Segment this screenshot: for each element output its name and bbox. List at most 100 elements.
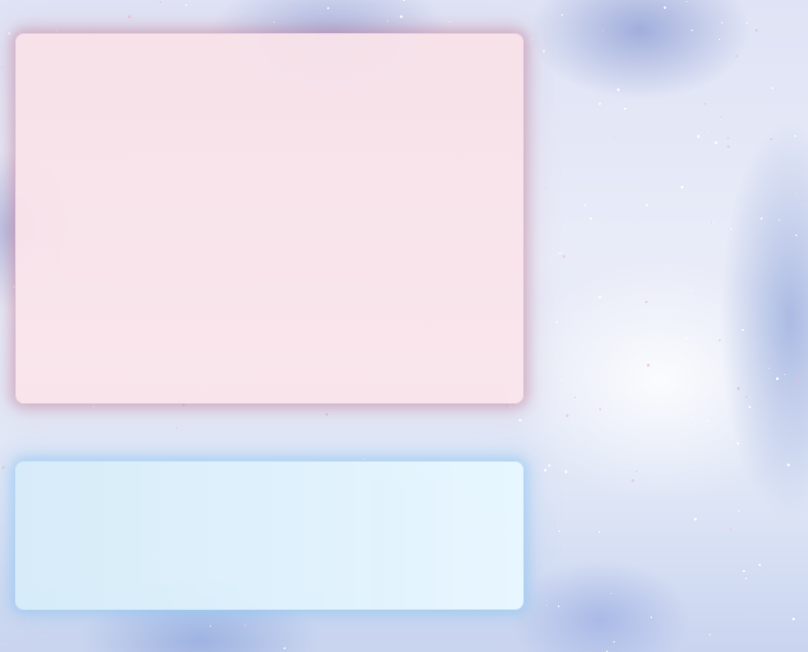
speckle [696, 134, 700, 138]
speckle [768, 367, 770, 369]
speckle [804, 199, 807, 202]
speckle [784, 373, 786, 376]
speckle [598, 295, 602, 299]
speckle [691, 416, 693, 418]
speckle [758, 563, 761, 566]
speckle [1, 66, 3, 69]
speckle [691, 29, 693, 32]
speckle [599, 408, 602, 411]
speckle [646, 363, 650, 367]
speckle [771, 351, 775, 354]
speckle [127, 15, 131, 19]
speckle [505, 404, 508, 407]
speckle [283, 647, 286, 650]
speckle [288, 3, 292, 6]
speckle [538, 620, 540, 622]
speckle [713, 221, 715, 224]
speckle [613, 640, 615, 643]
speckle [562, 255, 566, 258]
top-panel [15, 33, 524, 404]
speckle [775, 377, 779, 381]
speckle [685, 337, 688, 340]
speckle [557, 605, 560, 608]
speckle [559, 252, 561, 255]
speckle [325, 413, 329, 416]
speckle [765, 362, 767, 365]
speckle [545, 604, 547, 606]
speckle [560, 379, 563, 381]
speckle [686, 1, 688, 3]
speckle [635, 470, 638, 473]
speckle [543, 468, 547, 472]
speckle [209, 625, 212, 627]
speckle [745, 395, 748, 398]
speckle [386, 20, 389, 22]
speckle [448, 20, 451, 23]
speckle [532, 38, 534, 40]
speckle [745, 577, 747, 580]
speckle [727, 145, 730, 148]
speckle [574, 396, 577, 399]
speckle [735, 54, 738, 58]
speckle [308, 10, 311, 12]
speckle [564, 470, 568, 473]
speckle [631, 479, 635, 483]
speckle [602, 217, 604, 219]
speckle [736, 387, 740, 390]
speckle [616, 88, 620, 92]
speckle [718, 339, 721, 342]
speckle [748, 405, 752, 409]
speckle [794, 135, 797, 137]
speckle [690, 289, 692, 292]
speckle [498, 632, 500, 634]
speckle [589, 217, 592, 220]
speckle [610, 592, 612, 594]
speckle [650, 616, 653, 619]
speckle [729, 528, 732, 530]
speckle [561, 14, 563, 16]
speckle [473, 436, 476, 438]
speckle [730, 228, 732, 230]
speckle [601, 29, 604, 32]
speckle [92, 405, 95, 408]
speckle [598, 531, 601, 533]
speckle [553, 521, 556, 523]
speckle [796, 377, 800, 381]
speckle [711, 222, 713, 224]
speckle [778, 219, 780, 221]
speckle [709, 634, 711, 636]
speckle [555, 321, 558, 324]
speckle [795, 234, 798, 237]
speckle [42, 630, 45, 634]
speckle [680, 185, 684, 189]
speckle [645, 203, 649, 207]
speckle [614, 136, 616, 138]
speckle [737, 510, 740, 512]
speckle [24, 619, 26, 621]
speckle [706, 237, 708, 239]
speckle [390, 22, 392, 25]
speckle [750, 609, 753, 611]
speckle [721, 21, 723, 24]
speckle [741, 606, 743, 608]
speckle [741, 328, 744, 332]
speckle [792, 617, 796, 621]
speckle [565, 414, 569, 418]
speckle [1, 466, 5, 469]
speckle [707, 130, 709, 132]
speckle [795, 192, 797, 194]
speckle [720, 116, 723, 119]
speckle [548, 464, 551, 467]
speckle [746, 22, 748, 25]
speckle [787, 463, 790, 467]
speckle [742, 569, 746, 573]
bottom-panel [15, 461, 524, 610]
speckle [243, 623, 247, 627]
speckle [185, 4, 188, 6]
speckle [426, 455, 428, 457]
speckle [518, 418, 522, 422]
speckle [760, 217, 763, 220]
speckle [591, 564, 594, 566]
speckle [399, 15, 403, 19]
speckle [598, 102, 601, 105]
